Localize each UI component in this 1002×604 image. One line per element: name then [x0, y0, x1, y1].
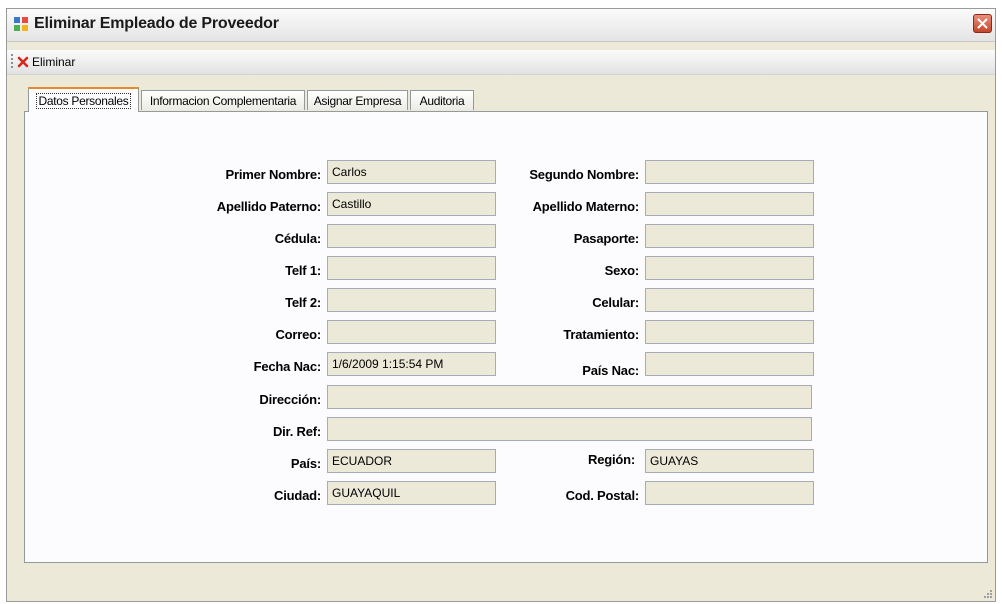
correo-label: Correo: — [275, 327, 321, 342]
cedula-label: Cédula: — [274, 231, 321, 246]
dir-ref-label: Dir. Ref: — [272, 424, 321, 439]
cod-postal-label: Cod. Postal: — [565, 488, 640, 503]
celular-field[interactable] — [645, 288, 814, 312]
pais-nac-field[interactable] — [645, 352, 814, 376]
apellido-paterno-field[interactable]: Castillo — [327, 192, 496, 216]
ciudad-field[interactable]: GUAYAQUIL — [327, 481, 496, 505]
region-label: Región: — [588, 452, 635, 467]
telf2-field[interactable] — [327, 288, 496, 312]
fecha-nac-label: Fecha Nac: — [253, 359, 322, 374]
segundo-nombre-label: Segundo Nombre: — [529, 167, 639, 182]
tab-label: Informacion Complementaria — [149, 93, 297, 108]
toolbar: Eliminar — [7, 50, 995, 75]
direccion-label: Dirección: — [259, 392, 321, 407]
pais-label: País: — [290, 456, 321, 471]
pasaporte-label: Pasaporte: — [573, 231, 639, 246]
eliminar-button[interactable]: Eliminar — [17, 53, 75, 71]
cedula-field[interactable] — [327, 224, 496, 248]
tratamiento-label: Tratamiento: — [563, 327, 639, 342]
delete-icon — [17, 56, 29, 68]
sexo-field[interactable] — [645, 256, 814, 280]
tab-asignar-empresa[interactable]: Asignar Empresa — [307, 90, 408, 110]
close-icon — [977, 18, 988, 29]
pasaporte-field[interactable] — [645, 224, 814, 248]
tab-label: Asignar Empresa — [313, 93, 402, 108]
pais-field[interactable]: ECUADOR — [327, 449, 496, 473]
apellido-materno-field[interactable] — [645, 192, 814, 216]
window-title: Eliminar Empleado de Proveedor — [34, 15, 279, 32]
direccion-field[interactable] — [327, 385, 812, 409]
segundo-nombre-field[interactable] — [645, 160, 814, 184]
resize-grip-icon[interactable] — [981, 587, 993, 599]
primer-nombre-field[interactable]: Carlos — [327, 160, 496, 184]
telf2-label: Telf 2: — [285, 295, 321, 310]
sexo-label: Sexo: — [604, 263, 640, 278]
ciudad-label: Ciudad: — [274, 488, 321, 503]
window-app-icon — [14, 17, 28, 31]
tab-datos-personales[interactable]: Datos Personales — [28, 87, 139, 112]
apellido-paterno-label: Apellido Paterno: — [216, 199, 321, 214]
tab-informacion-complementaria[interactable]: Informacion Complementaria — [141, 90, 305, 110]
primer-nombre-label: Primer Nombre: — [225, 167, 322, 182]
eliminar-label: Eliminar — [32, 55, 76, 69]
cod-postal-field[interactable] — [645, 481, 814, 505]
celular-label: Celular: — [592, 295, 639, 310]
apellido-materno-label: Apellido Materno: — [532, 199, 640, 214]
main-window: Eliminar Empleado de Proveedor Eliminar … — [6, 8, 996, 602]
telf1-label: Telf 1: — [285, 263, 321, 278]
region-field[interactable]: GUAYAS — [645, 449, 814, 473]
tab-auditoria[interactable]: Auditoria — [410, 90, 474, 110]
fecha-nac-field[interactable]: 1/6/2009 1:15:54 PM — [327, 352, 496, 376]
toolbar-grip-icon[interactable] — [11, 54, 14, 70]
tab-label: Datos Personales — [35, 92, 132, 109]
pais-nac-label: País Nac: — [582, 363, 639, 378]
datos-personales-panel: Primer Nombre: Carlos Segundo Nombre: Ap… — [24, 111, 988, 563]
close-button[interactable] — [973, 14, 992, 33]
tab-label: Auditoria — [419, 93, 465, 108]
tratamiento-field[interactable] — [645, 320, 814, 344]
telf1-field[interactable] — [327, 256, 496, 280]
title-bar[interactable]: Eliminar Empleado de Proveedor — [7, 9, 995, 42]
dir-ref-field[interactable] — [327, 417, 812, 441]
correo-field[interactable] — [327, 320, 496, 344]
